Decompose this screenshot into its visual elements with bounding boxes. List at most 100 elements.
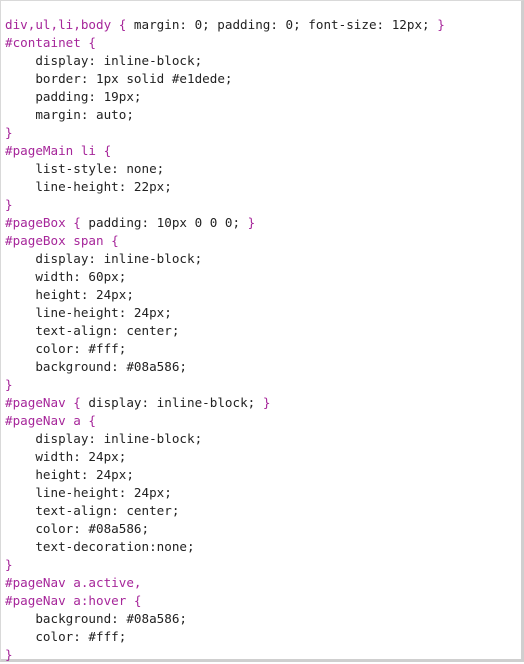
code-line: #containet { xyxy=(5,34,445,52)
code-line: width: 24px; xyxy=(5,448,445,466)
code-line: #pageBox { padding: 10px 0 0 0; } xyxy=(5,214,445,232)
code-token-prop: text-align: center; xyxy=(35,323,180,338)
code-token-sel: #pageNav a.active, xyxy=(5,575,142,590)
code-token-prop: display: inline-block; xyxy=(35,53,203,68)
code-line: line-height: 22px; xyxy=(5,178,445,196)
code-token-prop: height: 24px; xyxy=(35,467,134,482)
code-token-punct: } xyxy=(5,647,13,662)
code-token-sel: #pageNav xyxy=(5,395,66,410)
code-line: height: 24px; xyxy=(5,466,445,484)
code-line: #pageNav a { xyxy=(5,412,445,430)
code-token-prop: display: inline-block; xyxy=(88,395,256,410)
code-token-prop: height: 24px; xyxy=(35,287,134,302)
code-token-prop: margin: 0; padding: 0; font-size: 12px; xyxy=(133,17,430,32)
css-code-block[interactable]: div,ul,li,body { margin: 0; padding: 0; … xyxy=(5,16,445,664)
code-token-punct: } xyxy=(240,215,256,230)
code-line: background: #08a586; xyxy=(5,610,445,628)
code-line: #pageMain li { xyxy=(5,142,445,160)
code-token-prop: text-decoration:none; xyxy=(35,539,195,554)
code-token-punct: } xyxy=(5,197,13,212)
code-line: height: 24px; xyxy=(5,286,445,304)
code-line: div,ul,li,body { margin: 0; padding: 0; … xyxy=(5,16,445,34)
code-token-prop: border: 1px solid #e1dede; xyxy=(35,71,233,86)
code-token-prop: padding: 10px 0 0 0; xyxy=(88,215,241,230)
code-token-sel: div,ul,li,body xyxy=(5,17,112,32)
code-token-prop: list-style: none; xyxy=(35,161,165,176)
code-token-punct: { xyxy=(80,35,96,50)
code-token-prop: display: inline-block; xyxy=(35,251,203,266)
code-line: } xyxy=(5,646,445,664)
code-line: display: inline-block; xyxy=(5,430,445,448)
code-token-sel: #containet xyxy=(5,35,81,50)
code-token-prop: display: inline-block; xyxy=(35,431,203,446)
code-line: text-align: center; xyxy=(5,322,445,340)
code-line: line-height: 24px; xyxy=(5,304,445,322)
code-token-prop: line-height: 22px; xyxy=(35,179,172,194)
code-line: } xyxy=(5,124,445,142)
code-line: #pageNav { display: inline-block; } xyxy=(5,394,445,412)
code-line: } xyxy=(5,196,445,214)
code-token-prop: background: #08a586; xyxy=(35,359,187,374)
code-token-sel: #pageNav a xyxy=(5,413,81,428)
code-token-prop: line-height: 24px; xyxy=(35,305,172,320)
code-token-prop: margin: auto; xyxy=(35,107,134,122)
code-panel: div,ul,li,body { margin: 0; padding: 0; … xyxy=(0,0,524,662)
code-token-punct: } xyxy=(429,17,445,32)
code-line: color: #fff; xyxy=(5,340,445,358)
code-line: background: #08a586; xyxy=(5,358,445,376)
code-token-punct: { xyxy=(65,395,89,410)
code-line: } xyxy=(5,556,445,574)
code-token-prop: color: #fff; xyxy=(35,629,127,644)
code-line: display: inline-block; xyxy=(5,52,445,70)
code-token-prop: background: #08a586; xyxy=(35,611,187,626)
code-token-punct: { xyxy=(126,593,142,608)
code-line: } xyxy=(5,376,445,394)
code-token-punct: } xyxy=(255,395,271,410)
code-token-punct: } xyxy=(5,557,13,572)
code-line: text-align: center; xyxy=(5,502,445,520)
code-token-prop: line-height: 24px; xyxy=(35,485,172,500)
code-token-prop: padding: 19px; xyxy=(35,89,142,104)
code-token-prop: color: #fff; xyxy=(35,341,127,356)
code-line: #pageBox span { xyxy=(5,232,445,250)
code-token-sel: #pageBox xyxy=(5,215,66,230)
code-line: color: #fff; xyxy=(5,628,445,646)
code-line: #pageNav a.active, xyxy=(5,574,445,592)
code-token-sel: #pageBox span xyxy=(5,233,104,248)
code-token-punct: { xyxy=(111,17,134,32)
code-token-sel: #pageNav a:hover xyxy=(5,593,127,608)
code-line: #pageNav a:hover { xyxy=(5,592,445,610)
code-line: display: inline-block; xyxy=(5,250,445,268)
code-token-punct: } xyxy=(5,125,13,140)
code-line: padding: 19px; xyxy=(5,88,445,106)
code-token-punct: { xyxy=(103,233,119,248)
code-token-prop: width: 60px; xyxy=(35,269,127,284)
code-token-prop: width: 24px; xyxy=(35,449,127,464)
code-token-prop: color: #08a586; xyxy=(35,521,150,536)
code-line: color: #08a586; xyxy=(5,520,445,538)
code-token-punct: { xyxy=(65,215,89,230)
code-token-prop: text-align: center; xyxy=(35,503,180,518)
code-line: text-decoration:none; xyxy=(5,538,445,556)
code-token-punct: { xyxy=(96,143,112,158)
